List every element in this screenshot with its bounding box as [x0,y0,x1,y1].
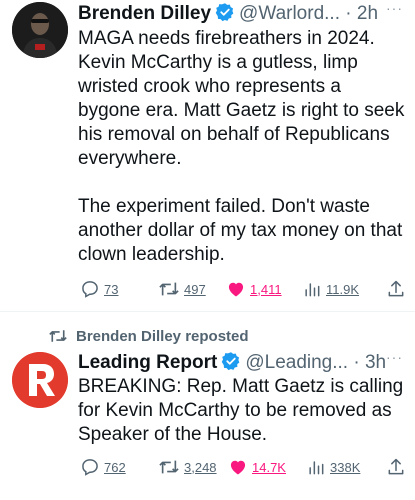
like-button[interactable]: 14.7K [228,457,286,477]
like-count: 1,411 [250,281,282,297]
heart-filled-icon [230,460,246,475]
tweet-text: MAGA needs firebreathers in 2024. Kevin … [78,27,408,267]
author-handle[interactable]: @Leading... [245,352,348,373]
share-button[interactable] [386,279,410,299]
reply-icon [82,459,98,476]
tweet-time[interactable]: 3h [365,352,386,373]
author-name[interactable]: Brenden Dilley [78,3,211,24]
author-name[interactable]: Leading Report [78,352,217,373]
tweet-paragraph: The experiment failed. Don't waste anoth… [78,196,403,265]
views-button[interactable]: 11.9K [302,279,359,299]
tweet-paragraph: MAGA needs firebreathers in 2024. Kevin … [78,28,405,169]
tweet-text: BREAKING: Rep. Matt Gaetz is calling for… [78,376,404,445]
avatar[interactable] [12,352,68,408]
views-button[interactable]: 338K [306,457,360,477]
leading-report-logo [12,352,68,408]
verified-badge-icon [215,2,235,28]
action-bar: 73 497 1,411 11.9K [80,279,404,299]
reply-button[interactable]: 762 [80,457,126,477]
repost-icon [159,460,179,474]
repost-count: 497 [184,281,206,297]
share-icon [388,280,404,297]
like-count: 14.7K [252,459,286,475]
tweet-brenden-dilley[interactable]: Brenden Dilley @Warlord... · 2h ··· MAGA … [0,0,415,312]
views-count: 11.9K [326,281,360,297]
reply-count: 762 [104,459,126,475]
tweet-leading-report[interactable]: Brenden Dilley reposted Leading Report @L… [0,312,415,500]
more-options-icon[interactable]: ··· [386,0,403,16]
reply-icon [82,281,98,298]
reply-count: 73 [104,281,119,297]
repost-button[interactable]: 3,248 [158,457,217,477]
views-bar-chart-icon [309,461,324,475]
repost-label: Brenden Dilley reposted [76,327,249,345]
share-icon [388,458,404,475]
tweet-header: Brenden Dilley @Warlord... · 2h [78,2,378,28]
verified-badge-icon [221,351,241,377]
tweet-time[interactable]: 2h [357,3,378,24]
author-handle[interactable]: @Warlord... [239,3,340,24]
like-button[interactable]: 1,411 [226,279,282,299]
separator-dot: · [348,352,365,373]
repost-icon [159,282,179,296]
reply-button[interactable]: 73 [80,279,118,299]
tweet-header: Leading Report @Leading... · 3h [78,351,386,377]
share-button[interactable] [386,457,410,477]
views-count: 338K [330,459,361,475]
avatar-image [12,2,68,58]
more-options-icon[interactable]: ··· [386,349,403,365]
views-bar-chart-icon [305,283,320,297]
heart-filled-icon [228,282,244,297]
repost-indicator[interactable]: Brenden Dilley reposted [48,327,249,345]
action-bar: 762 3,248 14.7K 338K [80,457,404,477]
repost-icon [49,330,67,342]
avatar[interactable] [12,2,68,58]
repost-button[interactable]: 497 [158,279,206,299]
separator-dot: · [339,3,357,24]
repost-count: 3,248 [184,459,217,475]
